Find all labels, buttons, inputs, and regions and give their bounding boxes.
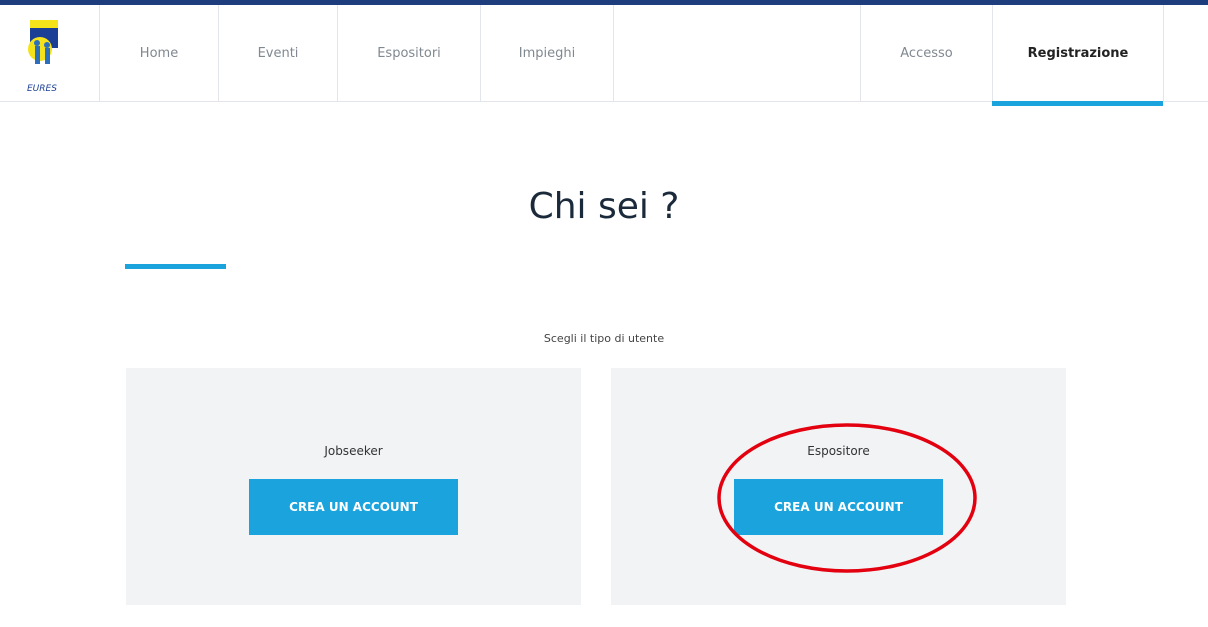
eures-logo[interactable]: EURES: [0, 5, 73, 101]
european-job-days-logo-icon: EURES: [27, 20, 58, 94]
nav-item-home[interactable]: Home: [99, 5, 218, 101]
nav-item-home-label: Home: [139, 45, 179, 61]
nav-item-accesso-label: Accesso: [900, 45, 953, 61]
nav-item-registrazione-label: Registrazione: [1027, 45, 1129, 61]
active-tab-indicator: [992, 101, 1163, 106]
nav-item-eventi-label: Eventi: [257, 45, 299, 61]
jobseeker-create-account-button[interactable]: CREA UN ACCOUNT: [249, 479, 458, 535]
nav-item-eventi[interactable]: Eventi: [218, 5, 337, 101]
title-accent-line: [125, 264, 226, 269]
svg-text:EURES: EURES: [27, 84, 57, 94]
page-title: Chi sei ?: [528, 186, 680, 227]
nav-end-cell: [1163, 5, 1208, 101]
nav-item-accesso[interactable]: Accesso: [860, 5, 992, 101]
jobseeker-label: Jobseeker: [324, 444, 383, 458]
nav-item-impieghi[interactable]: Impieghi: [480, 5, 613, 101]
nav-item-espositori[interactable]: Espositori: [337, 5, 480, 101]
nav-item-impieghi-label: Impieghi: [518, 45, 576, 61]
highlight-circle-annotation: [717, 423, 977, 573]
user-type-prompt: Scegli il tipo di utente: [543, 332, 665, 345]
nav-item-espositori-label: Espositori: [377, 45, 441, 61]
jobseeker-card: Jobseeker CREA UN ACCOUNT: [126, 368, 581, 605]
top-navigation: EURES Home Eventi Espositori Impieghi Ac…: [0, 5, 1208, 106]
nav-spacer: [613, 5, 860, 101]
nav-item-registrazione[interactable]: Registrazione: [992, 5, 1163, 101]
